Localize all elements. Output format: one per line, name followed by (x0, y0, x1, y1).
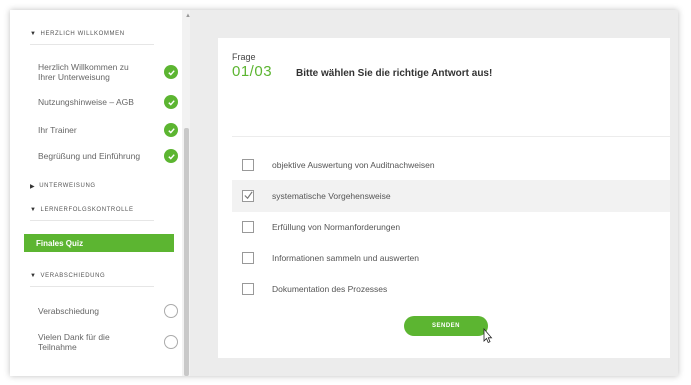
checkbox[interactable] (242, 159, 254, 171)
main-area: Frage 01/03 Bitte wählen Sie die richtig… (190, 10, 678, 376)
triangle-down-icon: ▼ (30, 207, 37, 213)
answer-label: Dokumentation des Prozesses (272, 284, 388, 294)
check-icon (164, 149, 178, 163)
triangle-down-icon: ▼ (30, 273, 37, 279)
section-title: LERNERFOLGSKONTROLLE (40, 207, 134, 213)
sidebar: ▼ HERZLICH WILLKOMMEN Herzlich Willkomme… (10, 10, 182, 376)
send-button[interactable]: SENDEN (404, 316, 488, 336)
section-lernerfolgskontrolle[interactable]: ▼ LERNERFOLGSKONTROLLE (30, 204, 134, 216)
sidebar-item-finales-quiz[interactable]: Finales Quiz (24, 234, 174, 252)
question-text: Bitte wählen Sie die richtige Antwort au… (296, 68, 493, 79)
section-title: VERABSCHIEDUNG (40, 273, 106, 279)
answer-label: systematische Vorgehensweise (272, 191, 391, 201)
sidebar-item-label: Begrüßung und Einführung (38, 151, 141, 161)
divider (30, 286, 154, 287)
triangle-right-icon: ▶ (30, 183, 36, 190)
check-icon (164, 95, 178, 109)
section-unterweisung[interactable]: ▶ UNTERWEISUNG (30, 180, 96, 192)
sidebar-item-danke[interactable]: Vielen Dank für die Teilnahme (38, 332, 178, 352)
checkbox[interactable] (242, 283, 254, 295)
quiz-card: Frage 01/03 Bitte wählen Sie die richtig… (218, 38, 670, 358)
sidebar-item-begruessung[interactable]: Begrüßung und Einführung (38, 149, 178, 163)
answer-label: Erfüllung von Normanforderungen (272, 222, 401, 232)
section-title: UNTERWEISUNG (39, 183, 96, 189)
checkbox[interactable] (242, 252, 254, 264)
answer-option[interactable]: Informationen sammeln und auswerten (232, 242, 670, 274)
answer-label: objektive Auswertung von Auditnachweisen (272, 160, 435, 170)
divider (232, 136, 670, 137)
triangle-down-icon: ▼ (30, 31, 37, 37)
answer-option[interactable]: Erfüllung von Normanforderungen (232, 211, 670, 243)
checkbox[interactable] (242, 190, 254, 202)
answer-option[interactable]: systematische Vorgehensweise (232, 180, 670, 212)
checkmark-icon (244, 191, 253, 200)
empty-circle-icon (164, 335, 178, 349)
mouse-cursor-icon (483, 328, 493, 344)
answer-label: Informationen sammeln und auswerten (272, 253, 419, 263)
sidebar-item-verabschiedung[interactable]: Verabschiedung (38, 304, 178, 318)
check-icon (164, 65, 178, 79)
answer-option[interactable]: objektive Auswertung von Auditnachweisen (232, 149, 670, 181)
checkbox[interactable] (242, 221, 254, 233)
question-number: 01/03 (232, 63, 273, 80)
sidebar-item-label: Ihr Trainer (38, 125, 77, 135)
section-verabschiedung[interactable]: ▼ VERABSCHIEDUNG (30, 270, 105, 282)
check-icon (164, 123, 178, 137)
sidebar-item-label: Nutzungshinweise – AGB (38, 97, 134, 107)
section-herzlich-willkommen[interactable]: ▼ HERZLICH WILLKOMMEN (30, 28, 125, 40)
question-label: Frage (232, 52, 256, 62)
empty-circle-icon (164, 304, 178, 318)
sidebar-item-welcome[interactable]: Herzlich Willkommen zu Ihrer Unterweisun… (38, 62, 178, 82)
divider (30, 220, 154, 221)
scrollbar-thumb[interactable] (184, 128, 189, 376)
sidebar-item-label: Herzlich Willkommen zu Ihrer Unterweisun… (38, 62, 129, 82)
app-window: ▼ HERZLICH WILLKOMMEN Herzlich Willkomme… (10, 10, 678, 376)
sidebar-item-trainer[interactable]: Ihr Trainer (38, 123, 178, 137)
answer-option[interactable]: Dokumentation des Prozesses (232, 273, 670, 305)
sidebar-item-label: Verabschiedung (38, 306, 99, 316)
section-title: HERZLICH WILLKOMMEN (40, 31, 125, 37)
sidebar-item-label: Vielen Dank für die Teilnahme (38, 332, 110, 352)
divider (30, 44, 154, 45)
sidebar-item-agb[interactable]: Nutzungshinweise – AGB (38, 95, 178, 109)
